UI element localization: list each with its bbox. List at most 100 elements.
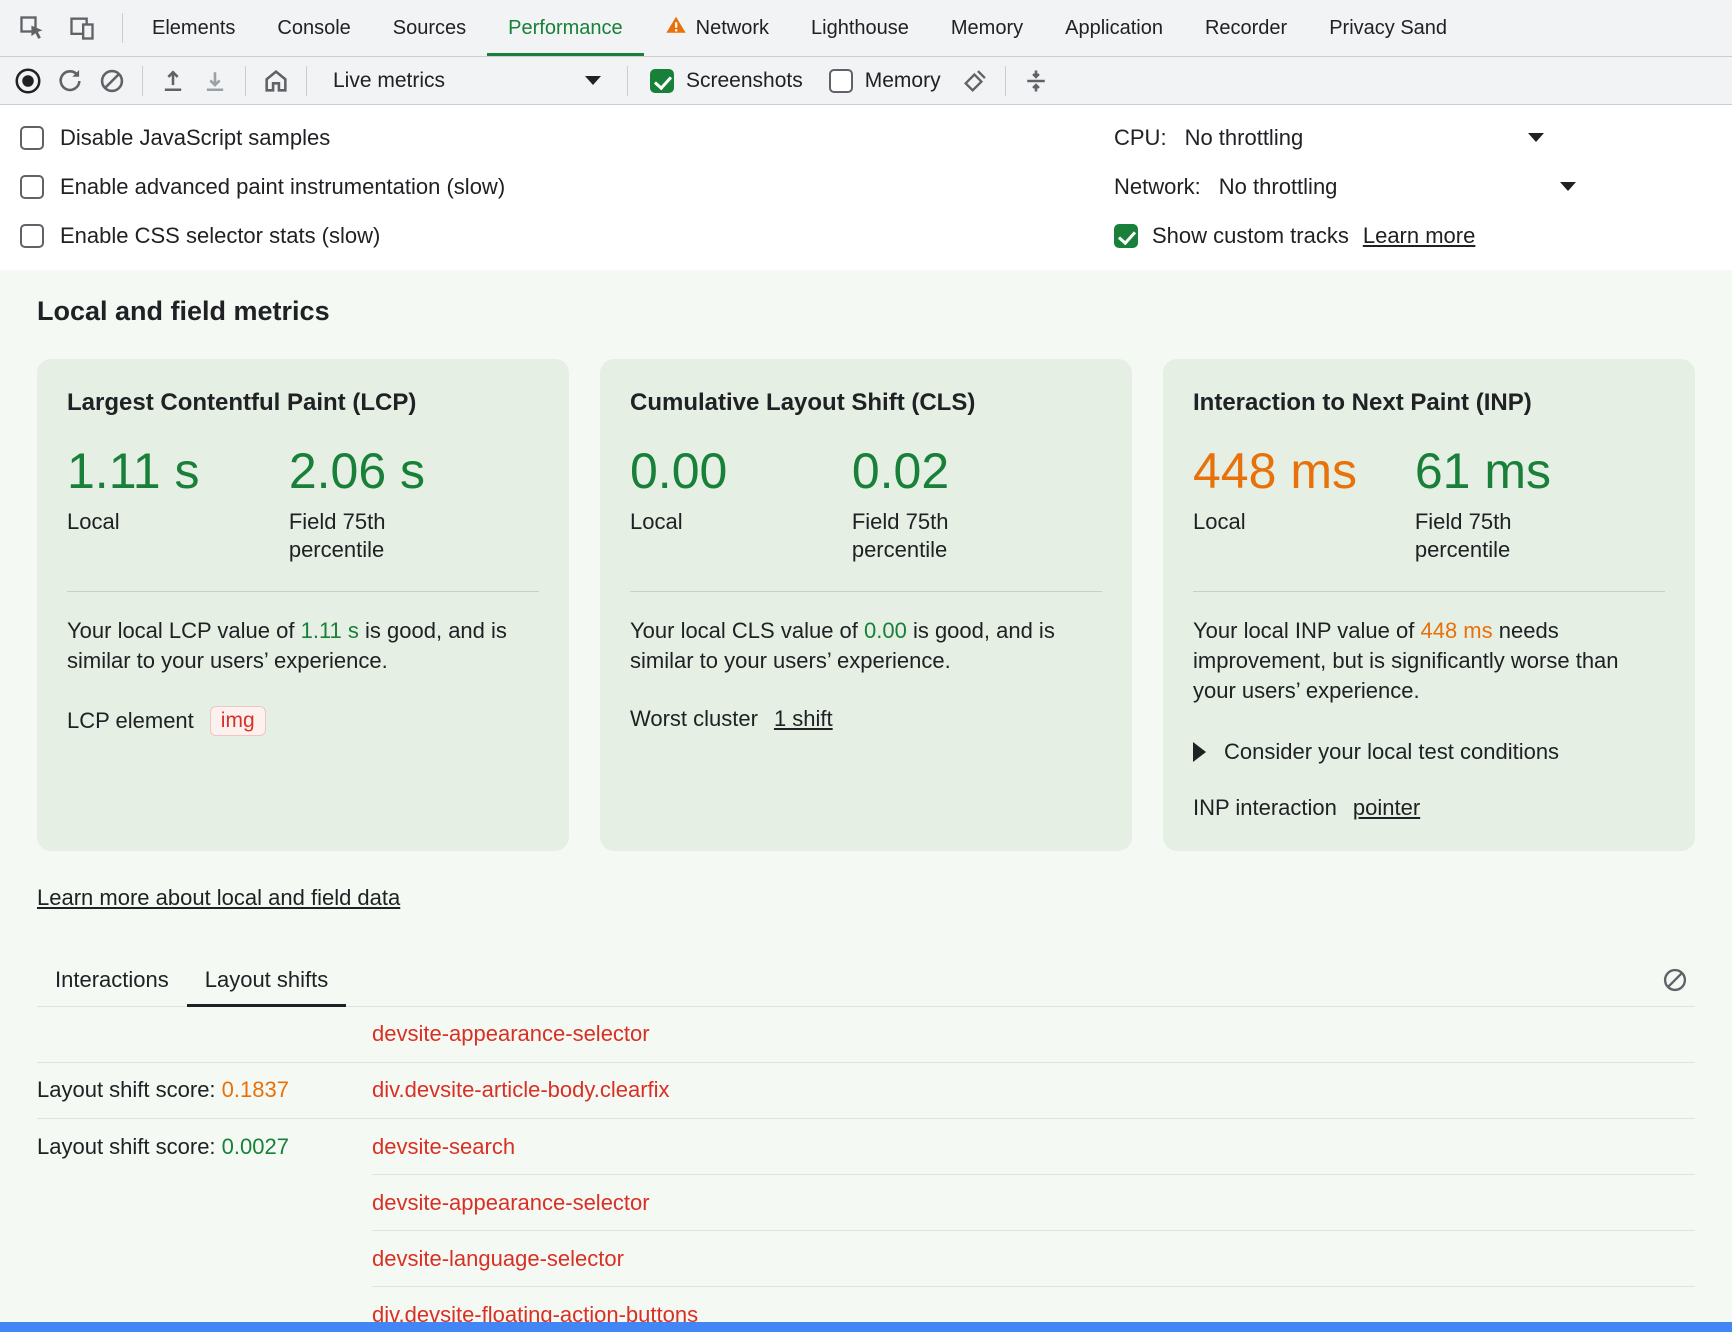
lcp-element-link[interactable]: img: [210, 706, 266, 736]
garbage-collect-broom-icon[interactable]: [955, 61, 995, 101]
memory-label: Memory: [865, 69, 941, 93]
custom-tracks-row: Show custom tracks Learn more: [1114, 211, 1732, 260]
clear-button[interactable]: [92, 61, 132, 101]
layout-shift-score: 0.1837: [222, 1077, 289, 1102]
throttling-settings: CPU: No throttling Network: No throttlin…: [1114, 113, 1732, 260]
local-label: Local: [1193, 508, 1333, 537]
tab-label: Application: [1065, 17, 1163, 40]
inp-field-value: 61 ms: [1415, 445, 1637, 498]
lcp-field-value: 2.06 s: [289, 445, 511, 498]
divider: [627, 66, 628, 96]
cls-local-value: 0.00: [630, 445, 852, 498]
tab-recorder[interactable]: Recorder: [1184, 0, 1308, 56]
cpu-label: CPU:: [1114, 125, 1167, 151]
inp-description: Your local INP value of 448 ms needs imp…: [1193, 616, 1665, 707]
element-link[interactable]: devsite-appearance-selector: [372, 1190, 650, 1216]
tab-label: Recorder: [1205, 17, 1287, 40]
disable-js-samples-label: Disable JavaScript samples: [60, 125, 330, 151]
disable-js-samples-checkbox[interactable]: Disable JavaScript samples: [20, 113, 1114, 162]
learn-more-link[interactable]: Learn more: [1363, 223, 1476, 249]
lcp-description: Your local LCP value of 1.11 s is good, …: [67, 616, 539, 677]
tab-memory[interactable]: Memory: [930, 0, 1044, 56]
screenshots-label: Screenshots: [686, 69, 803, 93]
section-heading: Local and field metrics: [37, 296, 1695, 327]
element-link[interactable]: devsite-search: [372, 1134, 515, 1160]
element-link[interactable]: devsite-appearance-selector: [372, 1021, 650, 1047]
tab-label: Network: [696, 17, 769, 40]
cls-field-value: 0.02: [852, 445, 1074, 498]
element-link[interactable]: div.devsite-article-body.clearfix: [372, 1077, 670, 1103]
advanced-paint-label: Enable advanced paint instrumentation (s…: [60, 174, 505, 200]
divider: [1193, 591, 1665, 592]
tab-privacy-sandbox[interactable]: Privacy Sand: [1308, 0, 1468, 56]
divider: [122, 13, 123, 43]
record-button[interactable]: [8, 61, 48, 101]
network-throttling-select[interactable]: Network: No throttling: [1114, 162, 1576, 211]
field-label: Field 75th percentile: [289, 508, 429, 565]
lcp-card: Largest Contentful Paint (LCP) 1.11 s Lo…: [37, 359, 569, 851]
score-label: Layout shift score:: [37, 1077, 216, 1102]
advanced-paint-checkbox[interactable]: Enable advanced paint instrumentation (s…: [20, 162, 1114, 211]
tab-lighthouse[interactable]: Lighthouse: [790, 0, 930, 56]
chevron-down-icon: [1528, 133, 1544, 142]
score-label: Layout shift score:: [37, 1134, 216, 1159]
tab-label: Memory: [951, 17, 1023, 40]
css-selector-stats-checkbox[interactable]: Enable CSS selector stats (slow): [20, 211, 1114, 260]
field-data-learn-more-link[interactable]: Learn more about local and field data: [37, 885, 400, 911]
layout-shift-row: devsite-appearance-selector: [37, 1175, 1695, 1231]
tab-performance[interactable]: Performance: [487, 0, 644, 56]
worst-cluster-label: Worst cluster: [630, 706, 758, 732]
live-metrics-select[interactable]: Live metrics: [317, 69, 617, 93]
worst-cluster-link[interactable]: 1 shift: [774, 706, 833, 732]
field-label: Field 75th percentile: [852, 508, 992, 565]
element-link[interactable]: devsite-language-selector: [372, 1246, 624, 1272]
tab-layout-shifts[interactable]: Layout shifts: [187, 955, 347, 1006]
lcp-footer: LCP element img: [67, 706, 539, 736]
inp-interaction-label: INP interaction: [1193, 795, 1337, 821]
checkbox-unchecked-icon: [20, 224, 44, 248]
tab-console[interactable]: Console: [256, 0, 371, 56]
reload-record-button[interactable]: [50, 61, 90, 101]
layout-shift-score: 0.0027: [222, 1134, 289, 1159]
device-toolbar-icon[interactable]: [62, 8, 102, 48]
tab-elements[interactable]: Elements: [131, 0, 256, 56]
tab-sources[interactable]: Sources: [372, 0, 487, 56]
tab-application[interactable]: Application: [1044, 0, 1184, 56]
css-selector-stats-label: Enable CSS selector stats (slow): [60, 223, 380, 249]
score-cell: Layout shift score: 0.0027: [37, 1134, 372, 1160]
capture-settings: Disable JavaScript samples Enable advanc…: [0, 105, 1732, 270]
local-label: Local: [630, 508, 770, 537]
inp-interaction-link[interactable]: pointer: [1353, 795, 1420, 821]
cls-footer: Worst cluster 1 shift: [630, 706, 1102, 732]
save-profile-button[interactable]: [195, 61, 235, 101]
inspect-element-icon[interactable]: [12, 8, 52, 48]
inp-footer: INP interaction pointer: [1193, 795, 1665, 821]
tab-network[interactable]: Network: [644, 0, 790, 56]
checkbox-unchecked-icon: [20, 126, 44, 150]
tab-label: Console: [277, 17, 350, 40]
devtools-window: Elements Console Sources Performance Net…: [0, 0, 1732, 1332]
divider: [67, 591, 539, 592]
custom-tracks-checkbox[interactable]: [1114, 224, 1138, 248]
divider: [630, 591, 1102, 592]
load-profile-button[interactable]: [153, 61, 193, 101]
capture-settings-left: Disable JavaScript samples Enable advanc…: [0, 113, 1114, 260]
divider: [306, 66, 307, 96]
inp-local-value: 448 ms: [1193, 445, 1415, 498]
cpu-throttling-select[interactable]: CPU: No throttling: [1114, 113, 1544, 162]
lcp-desc-value: 1.11 s: [301, 618, 359, 643]
cls-description: Your local CLS value of 0.00 is good, an…: [630, 616, 1102, 677]
collapse-icon[interactable]: [1016, 61, 1056, 101]
screenshots-checkbox[interactable]: Screenshots: [638, 69, 815, 93]
expander-label: Consider your local test conditions: [1224, 739, 1559, 765]
tab-interactions[interactable]: Interactions: [37, 955, 187, 1006]
clear-log-icon[interactable]: [1655, 960, 1695, 1000]
cpu-throttling-value: No throttling: [1185, 125, 1304, 151]
tab-label: Lighthouse: [811, 17, 909, 40]
home-icon[interactable]: [256, 61, 296, 101]
cls-card-title: Cumulative Layout Shift (CLS): [630, 389, 1102, 417]
tab-label: Sources: [393, 17, 466, 40]
memory-checkbox[interactable]: Memory: [817, 69, 953, 93]
chevron-down-icon: [585, 76, 601, 85]
local-test-conditions-expander[interactable]: Consider your local test conditions: [1193, 739, 1665, 765]
